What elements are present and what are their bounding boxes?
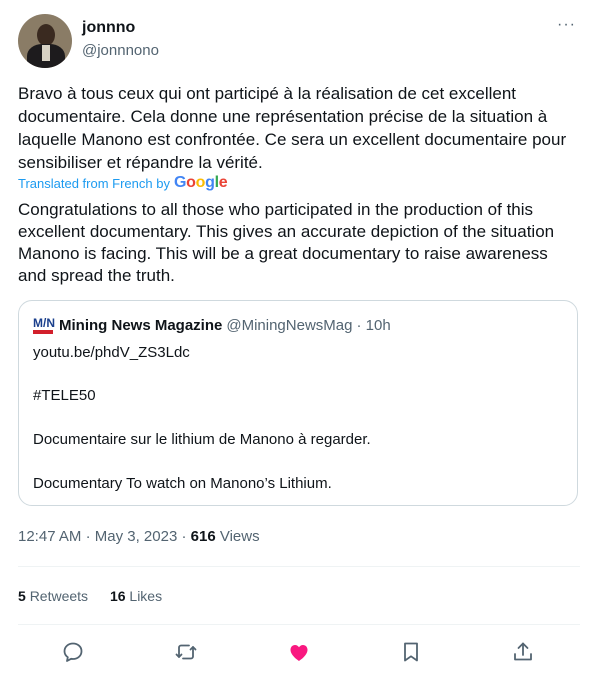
more-options-icon[interactable]: ··· [557, 16, 576, 34]
quoted-text-en: Documentary To watch on Manono’s Lithium… [33, 475, 332, 492]
user-handle[interactable]: @jonnnono [82, 42, 159, 59]
retweet-icon[interactable] [172, 638, 200, 666]
quoted-display-name: Mining News Magazine [59, 316, 223, 334]
share-icon[interactable] [509, 638, 537, 666]
quoted-link[interactable]: youtu.be/phdV_ZS3Ldc [33, 344, 190, 361]
tweet-date[interactable]: May 3, 2023 [95, 528, 178, 545]
translated-label: Translated from French by [18, 175, 170, 191]
avatar[interactable] [18, 14, 72, 68]
quoted-hashtag[interactable]: #TELE50 [33, 387, 96, 404]
likes-label: Likes [129, 588, 163, 604]
tweet-time[interactable]: 12:47 AM [18, 528, 81, 545]
likes-count: 16 [109, 588, 126, 604]
quoted-handle: @MiningNewsMag [226, 316, 353, 334]
translation-note[interactable]: Translated from French by Google [18, 174, 228, 192]
tweet-text-translated: Congratulations to all those who partici… [18, 200, 555, 285]
tweet-stats: 5 Retweets 16 Likes [18, 588, 180, 604]
reply-icon[interactable] [59, 638, 87, 666]
retweets-count: 5 [18, 588, 26, 604]
quoted-text-fr: Documentaire sur le lithium de Manono à … [33, 431, 371, 448]
google-logo: Google [173, 174, 228, 191]
action-bar [0, 638, 598, 666]
display-name[interactable]: jonnno [82, 19, 135, 37]
mining-news-logo: M/N [33, 316, 55, 334]
divider [18, 624, 580, 625]
tweet-text-original: Bravo à tous ceux qui ont participé à la… [18, 84, 567, 172]
quoted-tweet-header: M/N Mining News Magazine @MiningNewsMag … [33, 316, 391, 334]
bookmark-icon[interactable] [397, 638, 425, 666]
quoted-tweet[interactable]: M/N Mining News Magazine @MiningNewsMag … [18, 300, 578, 506]
like-icon[interactable] [285, 638, 313, 666]
quoted-time: · 10h [356, 316, 391, 334]
likes-stat[interactable]: 16 Likes [110, 588, 162, 604]
retweets-label: Retweets [29, 588, 89, 604]
views-label: Views [219, 528, 260, 545]
tweet-header: jonnno @jonnnono ··· [18, 14, 580, 70]
tweet-meta: 12:47 AM · May 3, 2023 · 616 Views [18, 528, 260, 545]
views-count: 616 [190, 528, 216, 545]
divider [18, 566, 580, 567]
retweets-stat[interactable]: 5 Retweets [18, 588, 92, 604]
